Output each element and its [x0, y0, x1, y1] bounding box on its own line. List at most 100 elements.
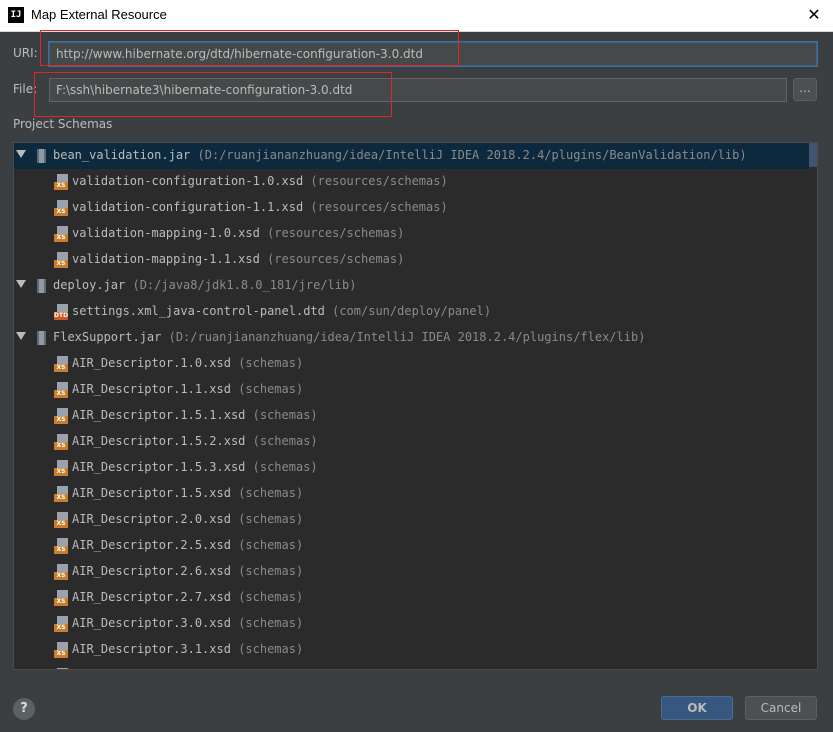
- title-bar: IJ Map External Resource ✕: [0, 0, 833, 32]
- tree-item-name: AIR_Descriptor.1.0.xsd: [72, 356, 231, 370]
- xsd-file-icon: XS: [54, 590, 70, 606]
- tree-schema-item[interactable]: XS AIR_Descriptor.3.0.xsd (schemas): [14, 611, 809, 637]
- file-label: File:: [13, 82, 38, 96]
- tree-schema-item[interactable]: XS validation-mapping-1.1.xsd (resources/…: [14, 247, 809, 273]
- uri-input[interactable]: http://www.hibernate.org/dtd/hibernate-c…: [49, 42, 817, 66]
- xsd-file-icon: XS: [54, 200, 70, 216]
- xsd-file-icon: XS: [54, 408, 70, 424]
- tree-schema-item[interactable]: XS AIR_Descriptor.3.1.xsd (schemas): [14, 637, 809, 663]
- tree-item-name: settings.xml_java-control-panel.dtd: [72, 304, 325, 318]
- tree-schema-item[interactable]: XS AIR_Descriptor.2.0.xsd (schemas): [14, 507, 809, 533]
- tree-item-path: (resources/schemas): [267, 226, 405, 240]
- tree-item-path: (D:/ruanjiananzhuang/idea/IntelliJ IDEA …: [197, 148, 747, 162]
- tree-schema-item[interactable]: XS AIR_Descriptor.2.7.xsd (schemas): [14, 585, 809, 611]
- xsd-file-icon: XS: [54, 460, 70, 476]
- project-schemas-label: Project Schemas: [13, 117, 113, 131]
- tree-item-path: (D:/java8/jdk1.8.0_181/jre/lib): [132, 278, 357, 292]
- expand-arrow-icon[interactable]: [16, 332, 26, 340]
- tree-schema-item[interactable]: XS validation-mapping-1.0.xsd (resources/…: [14, 221, 809, 247]
- tree-item-path: (schemas): [238, 616, 304, 630]
- tree-schema-item[interactable]: XS AIR_Descriptor.1.5.1.xsd (schemas): [14, 403, 809, 429]
- tree-jar-node[interactable]: deploy.jar (D:/java8/jdk1.8.0_181/jre/li…: [14, 273, 809, 299]
- tree-item-name: validation-configuration-1.0.xsd: [72, 174, 304, 188]
- tree-item-path: (schemas): [238, 538, 304, 552]
- tree-item-name: validation-mapping-1.0.xsd: [72, 226, 260, 240]
- xsd-file-icon: XS: [54, 642, 70, 658]
- tree-schema-item[interactable]: XS AIR_Descriptor.1.0.xsd (schemas): [14, 351, 809, 377]
- schema-tree[interactable]: bean_validation.jar (D:/ruanjiananzhuang…: [13, 142, 818, 670]
- tree-item-path: (schemas): [252, 460, 318, 474]
- tree-item-name: validation-mapping-1.1.xsd: [72, 252, 260, 266]
- xsd-file-icon: XS: [54, 252, 70, 268]
- xsd-file-icon: XS: [54, 434, 70, 450]
- xsd-file-icon: XS: [54, 616, 70, 632]
- tree-item-path: (schemas): [238, 382, 304, 396]
- tree-item-name: bean_validation.jar: [53, 148, 191, 162]
- tree-schema-item[interactable]: DTD settings.xml_java-control-panel.dtd (…: [14, 299, 809, 325]
- tree-jar-node[interactable]: FlexSupport.jar (D:/ruanjiananzhuang/ide…: [14, 325, 809, 351]
- tree-schema-item[interactable]: XS AIR_Descriptor.1.5.3.xsd (schemas): [14, 455, 809, 481]
- jar-icon: [37, 149, 46, 163]
- tree-item-path: (schemas): [238, 564, 304, 578]
- tree-item-path: (schemas): [238, 512, 304, 526]
- xsd-file-icon: XS: [54, 512, 70, 528]
- tree-item-name: AIR_Descriptor.3.0.xsd: [72, 616, 231, 630]
- tree-item-path: (schemas): [238, 642, 304, 656]
- tree-schema-item[interactable]: XS validation-configuration-1.0.xsd (reso…: [14, 169, 809, 195]
- tree-item-name: AIR_Descriptor.1.5.1.xsd: [72, 408, 246, 422]
- xsd-file-icon: XS: [54, 538, 70, 554]
- tree-scrollbar[interactable]: [809, 143, 817, 167]
- tree-item-name: AIR_Descriptor.3.2.xsd: [72, 668, 231, 669]
- xsd-file-icon: XS: [54, 564, 70, 580]
- tree-item-name: deploy.jar: [53, 278, 126, 292]
- tree-item-name: AIR_Descriptor.1.5.xsd: [72, 486, 231, 500]
- tree-item-path: (resources/schemas): [310, 200, 448, 214]
- tree-schema-item[interactable]: XS AIR_Descriptor.1.5.xsd (schemas): [14, 481, 809, 507]
- xsd-file-icon: XS: [54, 486, 70, 502]
- cancel-button[interactable]: Cancel: [745, 696, 817, 720]
- tree-jar-node[interactable]: bean_validation.jar (D:/ruanjiananzhuang…: [14, 143, 809, 169]
- tree-item-name: AIR_Descriptor.1.5.3.xsd: [72, 460, 246, 474]
- jar-icon: [37, 331, 46, 345]
- xsd-file-icon: XS: [54, 174, 70, 190]
- uri-label: URI:: [13, 46, 38, 60]
- file-input[interactable]: F:\ssh\hibernate3\hibernate-configuratio…: [49, 78, 787, 102]
- tree-item-path: (schemas): [238, 486, 304, 500]
- tree-item-path: (resources/schemas): [310, 174, 448, 188]
- tree-item-name: AIR_Descriptor.1.1.xsd: [72, 382, 231, 396]
- expand-arrow-icon[interactable]: [16, 280, 26, 288]
- tree-schema-item[interactable]: XS AIR_Descriptor.1.1.xsd (schemas): [14, 377, 809, 403]
- tree-item-name: AIR_Descriptor.3.1.xsd: [72, 642, 231, 656]
- tree-item-name: AIR_Descriptor.2.7.xsd: [72, 590, 231, 604]
- xsd-file-icon: XS: [54, 382, 70, 398]
- tree-item-path: (schemas): [238, 590, 304, 604]
- dtd-file-icon: DTD: [54, 304, 70, 320]
- tree-item-path: (schemas): [252, 408, 318, 422]
- tree-item-path: (D:/ruanjiananzhuang/idea/IntelliJ IDEA …: [168, 330, 646, 344]
- jar-icon: [37, 279, 46, 293]
- tree-schema-item[interactable]: XS AIR_Descriptor.2.6.xsd (schemas): [14, 559, 809, 585]
- tree-item-name: AIR_Descriptor.2.0.xsd: [72, 512, 231, 526]
- xsd-file-icon: XS: [54, 668, 70, 669]
- tree-item-path: (resources/schemas): [267, 252, 405, 266]
- xsd-file-icon: XS: [54, 226, 70, 242]
- tree-schema-item[interactable]: XS validation-configuration-1.1.xsd (reso…: [14, 195, 809, 221]
- tree-item-name: AIR_Descriptor.2.6.xsd: [72, 564, 231, 578]
- tree-item-path: (com/sun/deploy/panel): [332, 304, 492, 318]
- tree-item-name: AIR_Descriptor.2.5.xsd: [72, 538, 231, 552]
- close-icon[interactable]: ✕: [801, 2, 827, 28]
- help-icon[interactable]: ?: [13, 698, 35, 720]
- ok-button[interactable]: OK: [661, 696, 733, 720]
- intellij-app-icon: IJ: [8, 7, 24, 23]
- tree-item-name: FlexSupport.jar: [53, 330, 162, 344]
- tree-schema-item[interactable]: XS AIR_Descriptor.2.5.xsd (schemas): [14, 533, 809, 559]
- tree-schema-item[interactable]: XSAIR_Descriptor.3.2.xsd (schemas): [14, 663, 809, 669]
- tree-item-name: AIR_Descriptor.1.5.2.xsd: [72, 434, 246, 448]
- browse-button[interactable]: ...: [793, 78, 817, 101]
- tree-item-path: (schemas): [238, 356, 304, 370]
- expand-arrow-icon[interactable]: [16, 150, 26, 158]
- tree-schema-item[interactable]: XS AIR_Descriptor.1.5.2.xsd (schemas): [14, 429, 809, 455]
- tree-item-path: (schemas): [252, 434, 318, 448]
- xsd-file-icon: XS: [54, 356, 70, 372]
- tree-item-name: validation-configuration-1.1.xsd: [72, 200, 304, 214]
